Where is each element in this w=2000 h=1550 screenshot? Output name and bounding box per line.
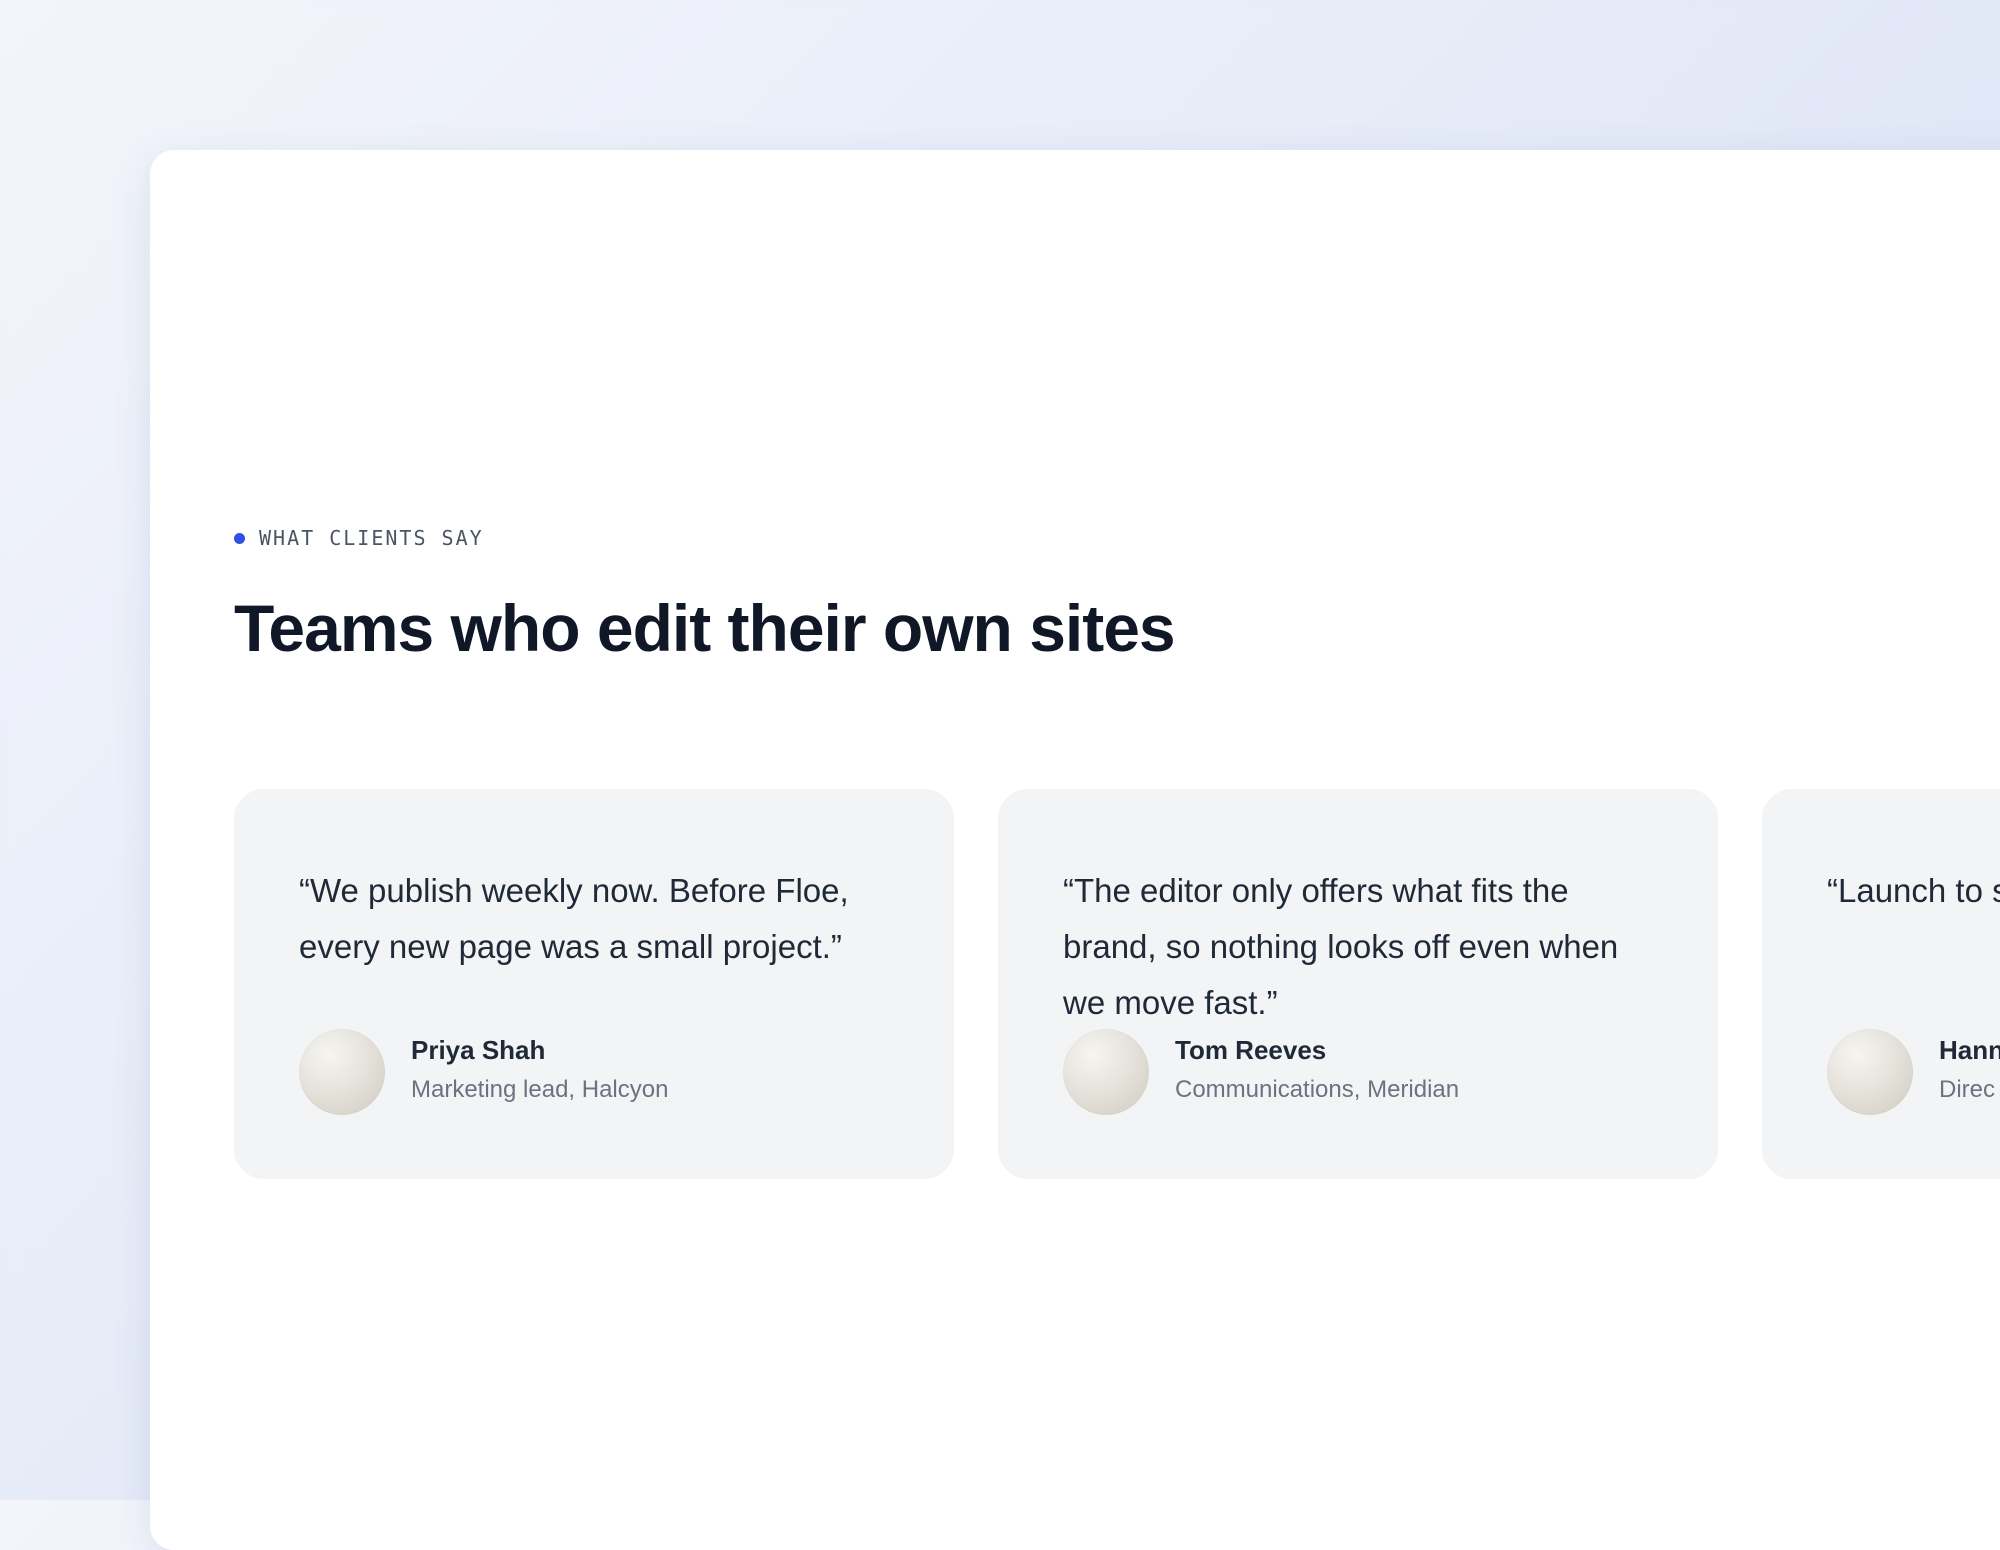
testimonial-author: Priya Shah Marketing lead, Halcyon (299, 1029, 668, 1115)
accent-dot-icon (234, 532, 245, 544)
author-details: Priya Shah Marketing lead, Halcyon (411, 1029, 668, 1106)
testimonial-quote: “We publish weekly now. Before Floe, eve… (299, 872, 849, 965)
avatar (1063, 1029, 1149, 1115)
testimonial-author: Hann Direc (1827, 1029, 2000, 1115)
eyebrow-label: WHAT CLIENTS SAY (259, 526, 484, 550)
author-name: Priya Shah (411, 1035, 546, 1065)
section-title: Teams who edit their own sites (234, 591, 1176, 665)
author-role: Communications, Meridian (1175, 1076, 1460, 1103)
section-eyebrow: WHAT CLIENTS SAY (234, 526, 484, 550)
avatar (1827, 1029, 1913, 1115)
avatar (299, 1029, 385, 1115)
author-role: Direc (1939, 1076, 1996, 1103)
testimonial-quote: “Launch to site has gro without a n (1827, 872, 2000, 909)
author-name: Hann (1939, 1035, 2000, 1065)
author-details: Hann Direc (1939, 1029, 2000, 1106)
author-role: Marketing lead, Halcyon (411, 1076, 669, 1103)
testimonial-card: “Launch to site has gro without a n Hann… (1762, 789, 2000, 1179)
author-name: Tom Reeves (1175, 1035, 1327, 1065)
author-details: Tom Reeves Communications, Meridian (1175, 1029, 1459, 1106)
testimonial-quote: “The editor only offers what fits the br… (1063, 872, 1619, 1021)
testimonial-list: “We publish weekly now. Before Floe, eve… (234, 789, 2000, 1179)
testimonial-card: “We publish weekly now. Before Floe, eve… (234, 789, 954, 1179)
testimonial-card: “The editor only offers what fits the br… (998, 789, 1718, 1179)
testimonials-panel: WHAT CLIENTS SAY Teams who edit their ow… (150, 150, 2000, 1550)
testimonial-author: Tom Reeves Communications, Meridian (1063, 1029, 1459, 1115)
